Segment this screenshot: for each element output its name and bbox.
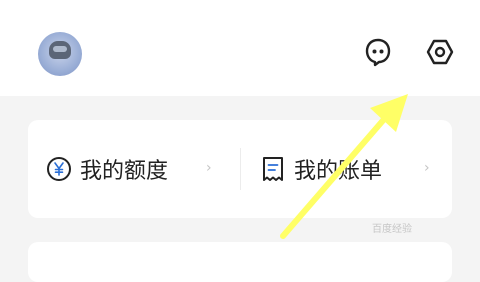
account-card: 我的额度 › 我的账单 › <box>28 120 452 218</box>
settings-button[interactable] <box>422 34 458 70</box>
chat-button[interactable] <box>360 34 396 70</box>
divider <box>240 148 241 190</box>
next-card <box>28 242 452 282</box>
avatar-visor <box>53 46 67 52</box>
chat-bubble-icon <box>365 38 391 67</box>
top-bar <box>0 0 480 96</box>
my-bill-entry[interactable]: 我的账单 <box>260 120 382 218</box>
my-bill-label: 我的账单 <box>294 159 383 184</box>
receipt-icon <box>263 157 283 181</box>
settings-gear-icon <box>426 39 454 65</box>
chevron-right-icon: › <box>206 160 212 176</box>
my-quota-entry[interactable]: 我的额度 <box>46 120 168 218</box>
chevron-right-icon: › <box>424 160 430 176</box>
my-quota-label: 我的额度 <box>80 159 169 184</box>
avatar[interactable] <box>38 32 82 76</box>
watermark: 百度经验 <box>372 224 412 235</box>
yen-circle-icon <box>47 157 71 181</box>
